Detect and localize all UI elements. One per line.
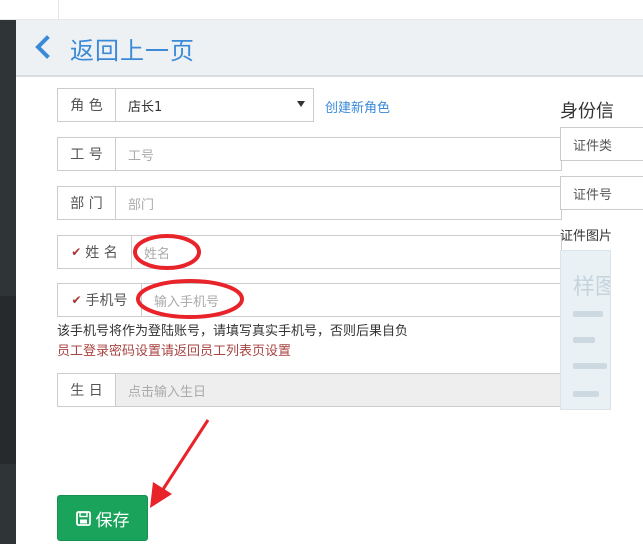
sample-line bbox=[573, 311, 603, 317]
save-label: 保存 bbox=[95, 510, 130, 531]
id-type-select[interactable]: 证件类 bbox=[560, 127, 643, 161]
sample-watermark: 样图 bbox=[573, 275, 610, 300]
sample-line bbox=[573, 363, 607, 369]
department-row: 部 门 部门 bbox=[57, 186, 562, 220]
sample-line bbox=[573, 337, 595, 343]
birthday-input[interactable]: 点击输入生日 bbox=[116, 373, 562, 407]
check-icon: ✔ bbox=[71, 293, 82, 307]
top-strip bbox=[0, 0, 643, 20]
caret-down-icon bbox=[297, 101, 305, 107]
employee-no-input[interactable]: 工号 bbox=[116, 137, 562, 171]
id-number-input[interactable]: 证件号 bbox=[560, 176, 643, 210]
phone-label-addon: ✔ 手机号 bbox=[57, 283, 142, 317]
password-setting-note: 员工登录密码设置请返回员工列表页设置 bbox=[57, 344, 292, 359]
department-input[interactable]: 部门 bbox=[116, 186, 562, 220]
role-label: 角 色 bbox=[57, 88, 116, 122]
sidebar-active-segment bbox=[0, 296, 16, 464]
check-icon: ✔ bbox=[71, 245, 82, 259]
name-label-addon: ✔ 姓 名 bbox=[57, 235, 132, 269]
role-row: 角 色 店长1 bbox=[57, 88, 314, 122]
back-link[interactable]: 返回上一页 bbox=[70, 31, 195, 66]
name-placeholder: 姓名 bbox=[144, 246, 171, 262]
phone-label: 手机号 bbox=[85, 293, 128, 309]
employee-no-row: 工 号 工号 bbox=[57, 137, 562, 171]
main-content: 角 色 店长1 创建新角色 工 号 工号 部 门 部门 ✔ 姓 名 姓名 ✔ 手… bbox=[32, 77, 643, 544]
phone-row: ✔ 手机号 输入手机号 bbox=[57, 283, 562, 317]
chevron-left-icon[interactable] bbox=[32, 34, 54, 60]
employee-no-placeholder: 工号 bbox=[128, 148, 155, 164]
role-select[interactable]: 店长1 bbox=[116, 88, 314, 122]
sample-line bbox=[573, 391, 599, 397]
phone-account-note: 该手机号将作为登陆账号，请填写真实手机号，否则后果自负 bbox=[57, 324, 409, 339]
department-label: 部 门 bbox=[57, 186, 116, 220]
name-row: ✔ 姓 名 姓名 bbox=[57, 235, 562, 269]
birthday-placeholder: 点击输入生日 bbox=[128, 384, 207, 400]
phone-input[interactable]: 输入手机号 bbox=[142, 283, 562, 317]
save-button[interactable]: 保存 bbox=[57, 495, 148, 541]
department-placeholder: 部门 bbox=[128, 197, 155, 213]
birthday-label: 生 日 bbox=[57, 373, 116, 407]
phone-placeholder: 输入手机号 bbox=[154, 294, 220, 310]
create-role-link[interactable]: 创建新角色 bbox=[325, 97, 390, 116]
name-input[interactable]: 姓名 bbox=[132, 235, 562, 269]
page-header: 返回上一页 bbox=[16, 20, 643, 77]
id-number-text: 证件号 bbox=[573, 187, 613, 203]
id-sample-image[interactable]: 样图 bbox=[560, 250, 611, 410]
id-type-text: 证件类 bbox=[573, 138, 613, 154]
employee-no-label: 工 号 bbox=[57, 137, 116, 171]
birthday-row: 生 日 点击输入生日 bbox=[57, 373, 562, 407]
identity-section-title: 身份信 bbox=[560, 101, 614, 122]
floppy-disk-icon bbox=[75, 510, 91, 526]
sidebar-edge bbox=[0, 20, 16, 544]
role-select-value: 店长1 bbox=[128, 99, 163, 115]
name-label: 姓 名 bbox=[85, 245, 118, 261]
top-divider bbox=[58, 0, 59, 20]
id-image-label: 证件图片 bbox=[560, 229, 613, 244]
